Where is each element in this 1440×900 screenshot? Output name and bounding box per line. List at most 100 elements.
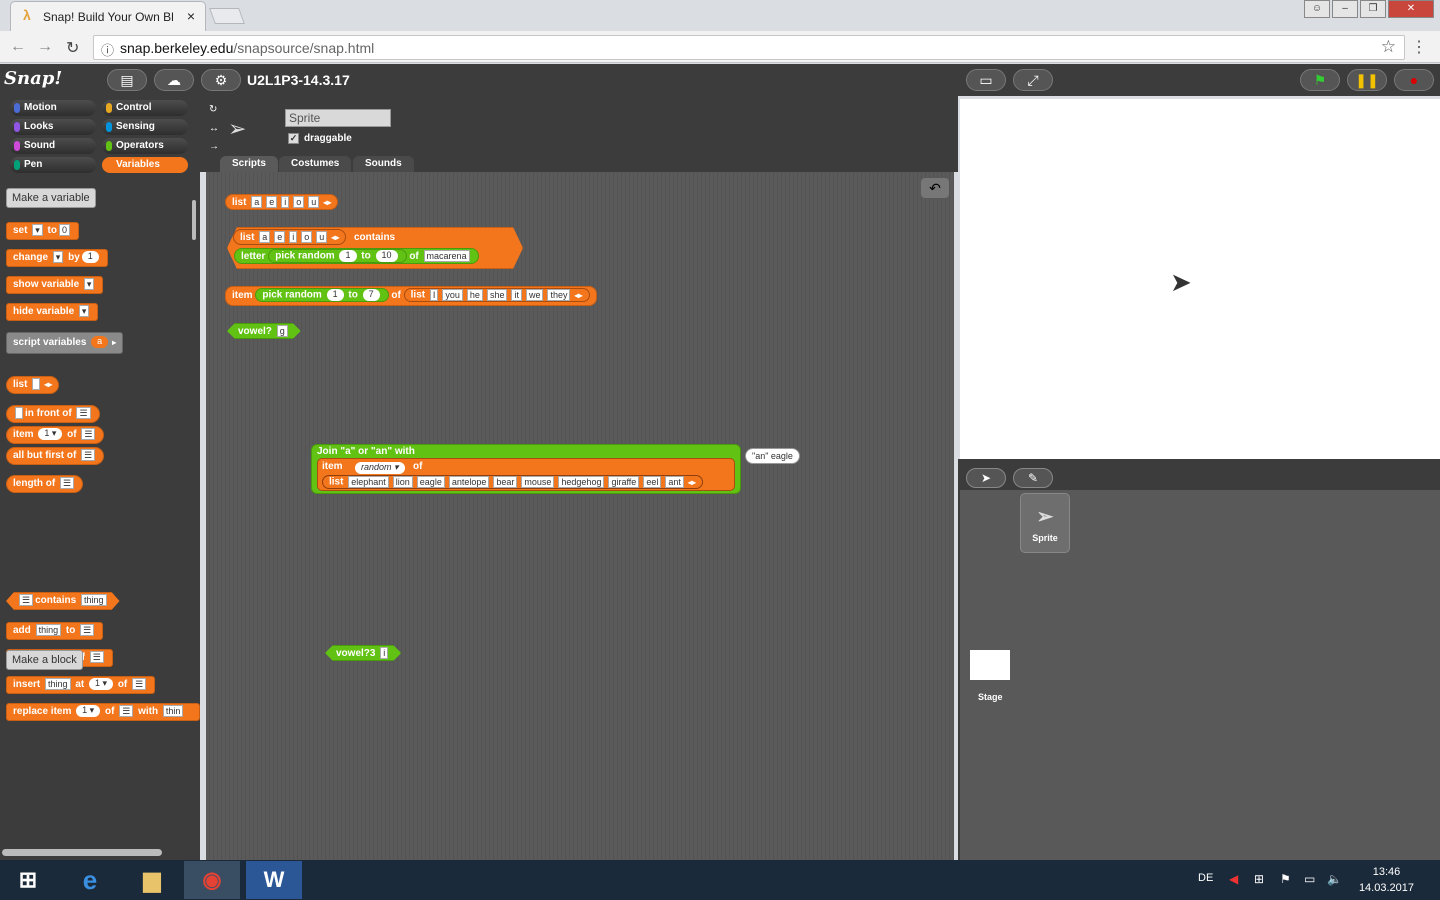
category-color-swatch (106, 160, 112, 170)
tab-close-icon[interactable]: × (187, 8, 195, 24)
url-field[interactable]: ⓘ snap.berkeley.edu/snapsource/snap.html… (93, 35, 1405, 60)
undo-icon[interactable]: ↶ (921, 178, 949, 198)
category-motion[interactable]: Motion (10, 100, 96, 116)
paint-brush-icon[interactable]: ✎ (1013, 468, 1053, 488)
script-vowel3[interactable]: vowel?3 i (325, 645, 401, 661)
forward-icon[interactable]: → (37, 38, 53, 56)
block-set[interactable]: set ▾ to 0 (6, 222, 80, 240)
item-of-block[interactable]: item random ▾ of list elephant lion eagle a… (317, 458, 735, 491)
stage[interactable]: ➤ (960, 99, 1440, 459)
scripts-area[interactable] (206, 172, 954, 860)
monitor-icon[interactable]: ▭ (1304, 872, 1315, 886)
user-icon[interactable]: ☺ (1304, 0, 1330, 18)
block-show-variable[interactable]: show variable ▾ (6, 276, 104, 294)
block-list[interactable]: list ◂▸ (6, 376, 60, 394)
block-hide-variable[interactable]: hide variable ▾ (6, 303, 99, 321)
sprite-arrow-icon[interactable]: ➤ (1170, 267, 1192, 298)
minimize-button[interactable]: – (1332, 0, 1358, 18)
category-color-swatch (106, 103, 112, 113)
stage-thumbnail[interactable] (970, 650, 1010, 680)
tab-scripts[interactable]: Scripts (220, 156, 278, 172)
rotate-any-icon[interactable]: ↻ (209, 104, 217, 115)
clock[interactable]: 13:46 14.03.2017 (1359, 864, 1414, 896)
browser-tab[interactable]: λ Snap! Build Your Own Bl × (10, 1, 206, 31)
category-sensing[interactable]: Sensing (102, 119, 188, 135)
site-info-icon[interactable]: ⓘ (101, 40, 114, 59)
block-item-of[interactable]: item 1 ▾ of ☰ (6, 426, 105, 444)
block-script-variables[interactable]: script variables a ▸ (6, 332, 124, 354)
file-menu-icon[interactable]: ▤ (107, 69, 147, 91)
make-variable-button[interactable]: Make a variable (6, 188, 96, 208)
start-button-icon[interactable]: ⊞ (0, 861, 56, 899)
random-dropdown[interactable]: random ▾ (355, 462, 405, 474)
stop-icon[interactable]: ● (1394, 69, 1434, 91)
speaker-icon[interactable]: ◀ (1229, 872, 1238, 886)
category-pen[interactable]: Pen (10, 157, 96, 173)
block-length-of[interactable]: length of ☰ (6, 475, 84, 493)
block-palette: Motion Control Looks Sensing Sound Opera… (0, 96, 200, 860)
script-contains-list[interactable]: list a e i o u ◂▸ (233, 229, 347, 245)
cloud-icon[interactable]: ☁ (154, 69, 194, 91)
category-variables[interactable]: Variables (102, 157, 188, 173)
close-window-button[interactable]: ✕ (1388, 0, 1434, 18)
block-change[interactable]: change ▾ by 1 (6, 249, 108, 267)
category-color-swatch (14, 122, 20, 132)
volume-icon[interactable]: 🔈 (1327, 872, 1342, 886)
snap-logo[interactable]: Snap! (4, 68, 62, 89)
maximize-button[interactable]: ❐ (1360, 0, 1386, 18)
script-vowel-g[interactable]: vowel? g (227, 323, 301, 339)
ie-icon[interactable]: e (62, 861, 118, 899)
sprite-name-field[interactable]: Sprite (285, 109, 391, 127)
chrome-menu-icon[interactable]: ⋮ (1411, 37, 1427, 57)
block-replace-item[interactable]: replace item 1 ▾ of ☰ with thin (6, 703, 200, 721)
script-join-a-or-an[interactable]: Join "a" or "an" with item random ▾ of l… (311, 444, 741, 494)
fullscreen-icon[interactable]: ⤢ (1013, 69, 1053, 91)
rotate-leftright-icon[interactable]: ↔ (209, 123, 219, 134)
word-icon[interactable]: W (246, 861, 302, 899)
category-control[interactable]: Control (102, 100, 188, 116)
category-color-swatch (106, 141, 112, 151)
new-tab-button[interactable] (209, 8, 245, 24)
tab-sounds[interactable]: Sounds (353, 156, 414, 172)
bookmark-star-icon[interactable]: ☆ (1381, 37, 1396, 57)
palette-scrollbar[interactable] (192, 200, 196, 240)
sprite-thumbnail[interactable]: ➢ Sprite (1020, 493, 1070, 553)
animal-list[interactable]: list elephant lion eagle antelope bear mouse h… (322, 475, 703, 489)
chrome-icon[interactable]: ◉ (184, 861, 240, 899)
explorer-icon[interactable]: ▆ (124, 861, 180, 899)
category-label: Sound (24, 140, 56, 151)
block-in-front-of[interactable]: in front of ☰ (6, 405, 100, 423)
category-color-swatch (14, 141, 20, 151)
pause-icon[interactable]: ❚❚ (1347, 69, 1387, 91)
script-letter-of[interactable]: letter pick random 1 to 10 of macarena (234, 248, 479, 264)
category-operators[interactable]: Operators (102, 138, 188, 154)
sprite-arrow-icon: ➢ (1036, 506, 1054, 528)
block-contains[interactable]: ☰ contains thing (6, 592, 120, 610)
result-bubble: "an" eagle (745, 448, 800, 464)
draggable-checkbox[interactable]: ✓ draggable (288, 133, 352, 144)
tab-title: Snap! Build Your Own Bl (43, 10, 174, 24)
script-list-vowels[interactable]: list a e i o u ◂▸ (225, 194, 339, 210)
flag-icon[interactable]: ⚑ (1280, 872, 1291, 886)
green-flag-icon[interactable]: ⚑ (1300, 69, 1340, 91)
block-add[interactable]: add thing to ☰ (6, 622, 104, 640)
back-icon[interactable]: ← (10, 38, 26, 56)
network-icon[interactable]: ⊞ (1254, 872, 1264, 886)
tab-costumes[interactable]: Costumes (279, 156, 352, 172)
category-looks[interactable]: Looks (10, 119, 96, 135)
block-insert[interactable]: insert thing at 1 ▾ of ☰ (6, 676, 156, 694)
palette-hscrollbar[interactable] (2, 849, 162, 856)
sprite-bar: ↻ ↔ → ➢ Sprite ✓ draggable Scripts Costum… (200, 96, 958, 172)
script-item-of-pronouns[interactable]: item pick random 1 to 7 of list Iyou he sh… (225, 286, 597, 306)
reload-icon[interactable]: ↻ (66, 38, 79, 58)
join-title: Join "a" or "an" with (317, 446, 415, 457)
stage-size-icon[interactable]: ▭ (966, 69, 1006, 91)
category-sound[interactable]: Sound (10, 138, 96, 154)
block-all-but-first[interactable]: all but first of ☰ (6, 447, 105, 465)
turtle-icon[interactable]: ➤ (966, 468, 1006, 488)
language-indicator[interactable]: DE (1198, 872, 1213, 884)
make-block-button[interactable]: Make a block (6, 650, 83, 670)
settings-gear-icon[interactable]: ⚙ (201, 69, 241, 91)
rotate-none-icon[interactable]: → (209, 141, 219, 152)
window-controls: ☺ – ❐ ✕ (1304, 0, 1434, 20)
